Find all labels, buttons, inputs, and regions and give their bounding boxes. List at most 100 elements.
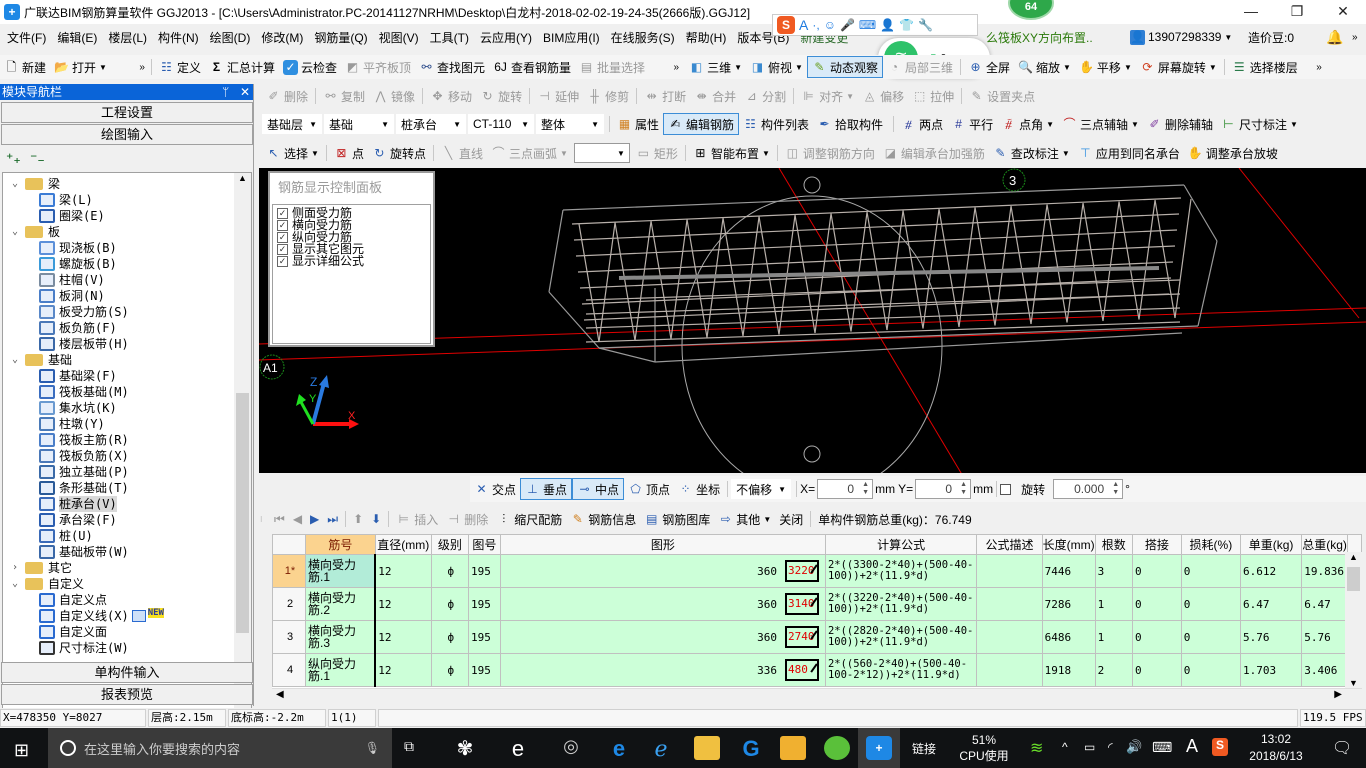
cell-diameter[interactable]: 12: [374, 587, 432, 621]
top-view-button[interactable]: ◨ 俯视 ▼: [746, 56, 807, 78]
cell-length[interactable]: 7446: [1041, 554, 1096, 588]
pin-icon[interactable]: ᛘ: [222, 84, 229, 100]
edit-cap-strengthen-button[interactable]: ◪ 编辑承台加强筋: [879, 142, 989, 164]
rotate-input[interactable]: 0.000 ▲ ▼: [1053, 479, 1124, 499]
microphone-icon[interactable]: 🎙: [365, 741, 380, 755]
report-preview-button[interactable]: 报表预览: [1, 684, 253, 705]
scroll-thumb[interactable]: [1347, 567, 1360, 591]
column-header-shape[interactable]: 图形: [499, 534, 826, 555]
y-input[interactable]: 0 ▲ ▼: [915, 479, 972, 499]
menu-component[interactable]: 构件(N): [151, 29, 203, 46]
cell-shape[interactable]: 360 3140: [499, 587, 826, 621]
cell-total-weight[interactable]: 5.76: [1301, 620, 1348, 654]
cell-diameter[interactable]: 12: [374, 620, 432, 654]
select-button[interactable]: ↖ 选择 ▼: [262, 142, 323, 164]
cell-formula[interactable]: 2*((3300-2*40)+(500-40-100))+2*(11.9*d): [824, 554, 978, 588]
ime-mic-icon[interactable]: 🎤: [840, 18, 855, 32]
tree-item[interactable]: 柱墩(Y): [39, 416, 105, 432]
cell-diameter[interactable]: 12: [374, 554, 432, 588]
tree-item[interactable]: 板受力筋(S): [39, 304, 129, 320]
row-header[interactable]: 4: [272, 653, 307, 687]
network-icon[interactable]: ◜: [1108, 740, 1113, 754]
cell-loss[interactable]: 0: [1180, 587, 1242, 621]
user-account[interactable]: 👤 13907298339 ▼: [1130, 26, 1232, 48]
last-record-button[interactable]: ⏭: [323, 508, 342, 530]
menu-file[interactable]: 文件(F): [0, 29, 50, 46]
cell-figure-no[interactable]: 195: [468, 653, 501, 687]
delete-row-button[interactable]: ⊣ 删除: [442, 508, 492, 530]
touch-keyboard-icon[interactable]: ⌨: [1152, 739, 1172, 756]
chevron-right-icon[interactable]: ›: [9, 560, 21, 576]
column-header-formula[interactable]: 计算公式: [824, 534, 978, 555]
cell-lap[interactable]: 0: [1131, 554, 1182, 588]
collapse-all-icon[interactable]: ⁻₋: [30, 150, 45, 167]
batch-select-button[interactable]: ▤ 批量选择: [575, 56, 649, 78]
ie-browser-icon[interactable]: e: [505, 736, 531, 761]
tree-item[interactable]: 螺旋板(B): [39, 256, 117, 272]
grip-handle[interactable]: ⁝: [260, 515, 270, 524]
cloud-check-button[interactable]: ✓ 云检查: [279, 56, 341, 78]
copy-button[interactable]: ⚯ 复制: [319, 85, 369, 107]
extend-button[interactable]: ⊣ 延伸: [533, 85, 583, 107]
single-input-button[interactable]: 单构件输入: [1, 662, 253, 683]
intersection-snap[interactable]: ✕ 交点: [470, 478, 520, 500]
ime-settings-icon[interactable]: 🔧: [918, 18, 933, 32]
set-grip-button[interactable]: ✎ 设置夹点: [965, 85, 1039, 107]
view-rebar-button[interactable]: 6J 查看钢筋量: [489, 56, 575, 78]
project-settings-button[interactable]: 工程设置: [1, 102, 253, 123]
edit-rebar-button[interactable]: ✍ 编辑钢筋: [663, 113, 740, 135]
cpu-meter[interactable]: 51% CPU使用: [956, 732, 1012, 764]
break-button[interactable]: ⇹ 打断: [640, 85, 690, 107]
scroll-thumb[interactable]: [236, 393, 249, 633]
smart-layout-button[interactable]: ⊞ 智能布置 ▼: [689, 142, 774, 164]
two-points-button[interactable]: ⧣ 两点: [897, 113, 947, 135]
spinner-icon[interactable]: ▲ ▼: [960, 481, 967, 497]
search-box[interactable]: 在这里输入你要搜索的内容 🎙: [48, 728, 392, 768]
table-row[interactable]: 3 横向受力筋.3 12 ф 195 360 2740 2*((2820-2*40)+(500…: [272, 620, 1362, 654]
green-browser-icon[interactable]: [824, 736, 850, 760]
move-down-button[interactable]: ⬇: [367, 508, 385, 530]
cell-formula-desc[interactable]: [976, 554, 1043, 588]
tip-link[interactable]: 么筏板XY方向布置..: [986, 26, 1093, 48]
cell-length[interactable]: 6486: [1041, 620, 1096, 654]
volume-icon[interactable]: 🔊: [1126, 739, 1142, 755]
perpendicular-snap[interactable]: ⊥ 垂点: [520, 478, 573, 500]
power-icon[interactable]: ▭: [1084, 740, 1095, 754]
category-select[interactable]: 基础 ▼: [324, 114, 394, 134]
menu-bim[interactable]: BIM应用(I): [536, 29, 604, 46]
component-type-select[interactable]: 桩承台 ▼: [396, 114, 466, 134]
menu-edit[interactable]: 编辑(E): [50, 29, 101, 46]
shape-select[interactable]: ▼: [573, 143, 630, 163]
tree-item[interactable]: 独立基础(P): [39, 464, 129, 480]
trim-button[interactable]: ╫ 修剪: [583, 85, 633, 107]
file-explorer-icon[interactable]: [694, 736, 720, 760]
table-row[interactable]: 4 纵向受力筋.1 12 ф 195 336 480 2*((560-2*40)+(500-4…: [272, 653, 1362, 687]
column-header-diameter[interactable]: 直径(mm): [374, 534, 432, 555]
chevron-down-icon[interactable]: ⌄: [9, 352, 21, 368]
cell-grade[interactable]: ф: [430, 620, 470, 654]
table-row[interactable]: 1* 横向受力筋.1 12 ф 195 360 3220 2*((3300-2*40)+(50…: [272, 554, 1362, 588]
apply-same-cap-button[interactable]: ⊤ 应用到同名承台: [1074, 142, 1184, 164]
cell-grade[interactable]: ф: [430, 554, 470, 588]
tree-item[interactable]: 自定义面: [39, 624, 107, 640]
component-select[interactable]: CT-110 ▼: [468, 114, 534, 134]
grid-grip[interactable]: [260, 533, 272, 705]
spinner-icon[interactable]: ▲ ▼: [862, 481, 869, 497]
cell-unit-weight[interactable]: 1.703: [1239, 653, 1303, 687]
offset-button[interactable]: ◬ 偏移: [858, 85, 908, 107]
checkbox[interactable]: ✓: [277, 231, 288, 243]
floor-select[interactable]: 基础层 ▼: [262, 114, 322, 134]
tree-folder[interactable]: ⌄ 梁: [9, 176, 60, 192]
stretch-button[interactable]: ⬚ 拉伸: [908, 85, 958, 107]
column-header-figure-no[interactable]: 图号: [468, 534, 501, 555]
cell-unit-weight[interactable]: 5.76: [1239, 620, 1303, 654]
wifi-tray-icon[interactable]: ≋: [1030, 738, 1043, 758]
rect-button[interactable]: ▭ 矩形: [632, 142, 682, 164]
column-header-total-weight[interactable]: 总重(kg): [1301, 534, 1348, 555]
cell-length[interactable]: 1918: [1041, 653, 1096, 687]
cell-count[interactable]: 1: [1094, 620, 1133, 654]
pinwheel-app-icon[interactable]: ✾: [452, 736, 478, 760]
open-button[interactable]: 📂 打开 ▼: [50, 56, 111, 78]
tree-folder[interactable]: ⌄ 自定义: [9, 576, 84, 592]
local-3d-button[interactable]: ◔ 局部三维: [883, 56, 957, 78]
